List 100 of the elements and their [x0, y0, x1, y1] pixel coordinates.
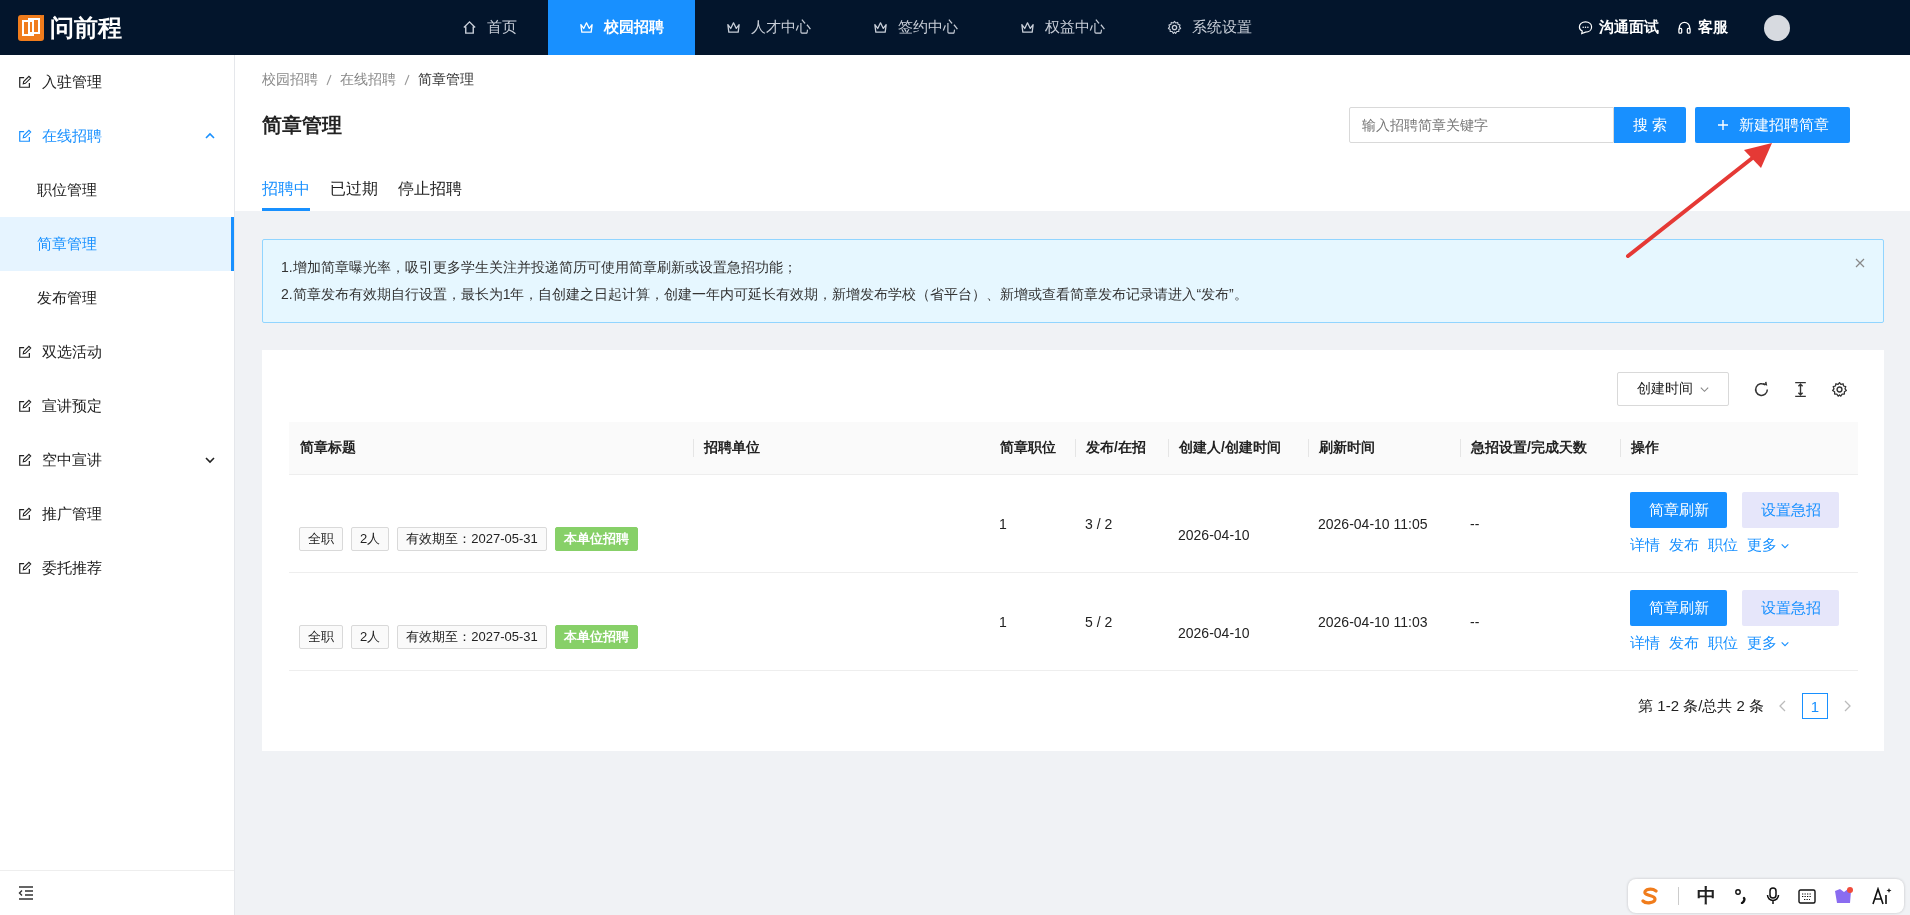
skin-icon[interactable]: [1834, 887, 1854, 905]
table-cell-text: 2026-04-10 11:05: [1317, 515, 1429, 532]
table-cell-text: 3 / 2: [1084, 515, 1114, 532]
avatar[interactable]: [1764, 14, 1790, 41]
edit-icon: [18, 345, 32, 359]
column-header: 操作: [1620, 439, 1858, 457]
sidebar-item[interactable]: 双选活动: [0, 325, 234, 379]
tag: 全职: [299, 624, 343, 649]
action-link[interactable]: 详情: [1630, 536, 1660, 555]
column-header: 创建人/创建时间: [1168, 439, 1308, 457]
tag: 全职: [299, 526, 343, 551]
action-link[interactable]: 职位: [1708, 634, 1738, 653]
table-cell-text: --: [1469, 515, 1481, 532]
search-field[interactable]: 输入招聘简章关键字: [1349, 107, 1614, 143]
nav-tab[interactable]: 首页: [431, 0, 548, 55]
sidebar-item[interactable]: 入驻管理: [0, 55, 234, 109]
breadcrumb-separator-icon: [326, 74, 332, 86]
edit-icon: [18, 561, 32, 575]
edit-icon: [18, 399, 32, 413]
nav-tab[interactable]: 校园招聘: [548, 0, 695, 55]
column-header: 简章标题: [299, 439, 357, 457]
chat-icon: [1578, 20, 1593, 35]
input-mode-toggle[interactable]: 中: [1697, 883, 1716, 909]
tab[interactable]: 停止招聘: [398, 169, 462, 211]
action-link[interactable]: 职位: [1708, 536, 1738, 555]
action-button[interactable]: 简章刷新: [1630, 492, 1727, 528]
breadcrumb-link[interactable]: 校园招聘: [262, 71, 318, 89]
settings-icon: [1167, 20, 1182, 35]
more-dropdown[interactable]: 更多: [1747, 634, 1790, 653]
edit-icon: [18, 453, 32, 467]
table-cell-text: 2026-04-10: [1177, 624, 1251, 641]
microphone-icon[interactable]: [1766, 887, 1780, 905]
sidebar-subitem[interactable]: 发布管理: [0, 271, 234, 325]
breadcrumb-separator-icon: [404, 74, 410, 86]
notice-text: 2.简章发布有效期自行设置，最长为1年，自创建之日起计算，创建一年内可延长有效期，新增发布学校（省平台）、新增或查看简章发布记录请进入“发布”。: [281, 285, 1248, 304]
settings-icon[interactable]: [1831, 380, 1848, 398]
column-header: 急招设置/完成天数: [1460, 439, 1620, 457]
refresh-icon[interactable]: [1753, 380, 1770, 398]
page-number[interactable]: 1: [1802, 693, 1828, 719]
new-brochure-button[interactable]: 新建招聘简章: [1695, 107, 1850, 143]
tag: 2人: [351, 624, 390, 649]
pagination-summary: 第 1-2 条/总共 2 条: [1638, 696, 1764, 716]
crown-icon: [1020, 20, 1035, 35]
edit-icon: [18, 507, 32, 521]
ai-icon[interactable]: [1872, 887, 1892, 905]
nav-tab[interactable]: 权益中心: [989, 0, 1136, 55]
plus-icon: [1716, 119, 1729, 131]
sidebar-subitem[interactable]: 简章管理: [0, 217, 234, 271]
crown-icon: [726, 20, 741, 35]
row-height-icon[interactable]: [1792, 380, 1809, 398]
table-cell-text: 2026-04-10: [1177, 526, 1251, 543]
sidebar-item[interactable]: 推广管理: [0, 487, 234, 541]
sidebar-subitem[interactable]: 职位管理: [0, 163, 234, 217]
sidebar-item[interactable]: 空中宣讲: [0, 433, 234, 487]
input-method-logo-icon[interactable]: [1640, 887, 1660, 905]
tag: 本单位招聘: [554, 526, 638, 551]
tag: 2人: [351, 526, 390, 551]
home-icon: [462, 20, 477, 35]
column-header: 刷新时间: [1308, 439, 1460, 457]
close-icon[interactable]: [1855, 258, 1865, 268]
logo-text: 问前程: [50, 12, 122, 43]
crown-icon: [579, 20, 594, 35]
table-cell-text: --: [1469, 613, 1481, 630]
punctuation-icon[interactable]: [1734, 888, 1748, 904]
action-link[interactable]: 详情: [1630, 634, 1660, 653]
sidebar-item[interactable]: 宣讲预定: [0, 379, 234, 433]
notice-text: 1.增加简章曝光率，吸引更多学生关注并投递简历可使用简章刷新或设置急招功能；: [281, 258, 798, 277]
top-link[interactable]: 沟通面试: [1578, 18, 1659, 37]
action-button[interactable]: 简章刷新: [1630, 590, 1727, 626]
column-header: 招聘单位: [693, 439, 989, 457]
sort-dropdown[interactable]: 创建时间: [1617, 372, 1729, 406]
top-link[interactable]: 客服: [1677, 18, 1728, 37]
table-cell-text: 5 / 2: [1084, 613, 1114, 630]
search-button[interactable]: 搜 索: [1614, 107, 1686, 143]
nav-tab[interactable]: 人才中心: [695, 0, 842, 55]
edit-icon: [18, 75, 32, 89]
sidebar-item[interactable]: 委托推荐: [0, 541, 234, 595]
nav-tab[interactable]: 签约中心: [842, 0, 989, 55]
tab[interactable]: 招聘中: [262, 169, 310, 211]
action-link[interactable]: 发布: [1669, 634, 1699, 653]
tag: 本单位招聘: [554, 624, 638, 649]
tag: 有效期至：2027-05-31: [397, 624, 547, 649]
sidebar-item[interactable]: 在线招聘: [0, 109, 234, 163]
table-cell-text: 1: [998, 515, 1008, 532]
nav-tab[interactable]: 系统设置: [1136, 0, 1283, 55]
column-header: 发布/在招: [1075, 439, 1168, 457]
crown-icon: [873, 20, 888, 35]
page-title: 简章管理: [262, 112, 342, 138]
more-dropdown[interactable]: 更多: [1747, 536, 1790, 555]
action-button[interactable]: 设置急招: [1742, 492, 1839, 528]
action-link[interactable]: 发布: [1669, 536, 1699, 555]
keyboard-icon[interactable]: [1798, 888, 1816, 904]
tag: 有效期至：2027-05-31: [397, 526, 547, 551]
logo-icon: [18, 14, 44, 41]
action-button[interactable]: 设置急招: [1742, 590, 1839, 626]
breadcrumb-link[interactable]: 在线招聘: [340, 71, 396, 89]
headset-icon: [1677, 20, 1692, 35]
collapse-menu-icon[interactable]: [18, 886, 34, 900]
column-header: 简章职位: [999, 439, 1057, 457]
tab[interactable]: 已过期: [330, 169, 378, 211]
